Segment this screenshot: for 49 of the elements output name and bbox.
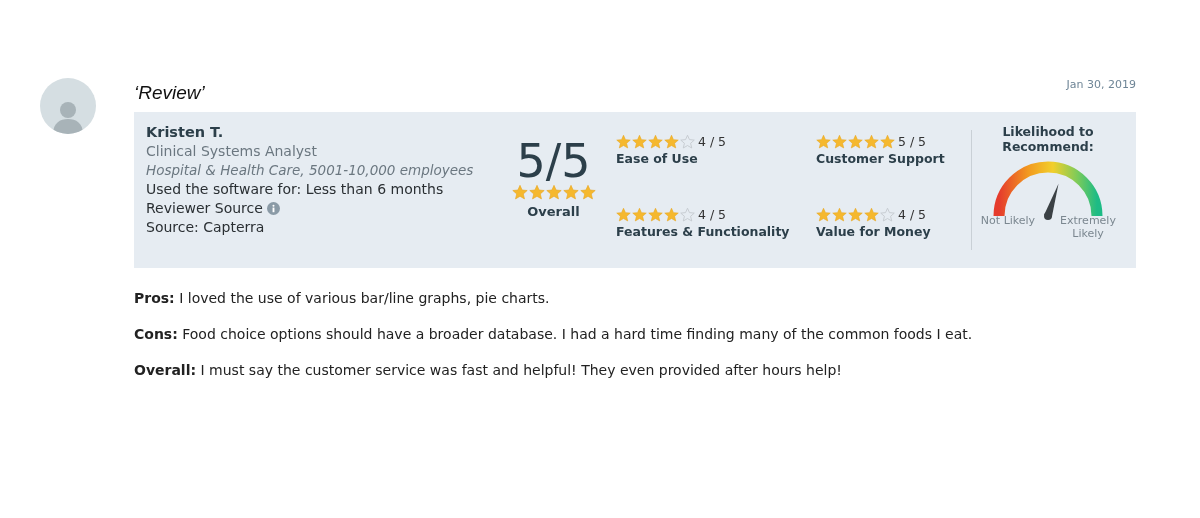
star-icon [864,134,879,149]
star-icon [664,134,679,149]
star-icon [648,207,663,222]
reviewer-name: Kristen T. [146,124,225,140]
star-icon [616,207,631,222]
star-icon [579,184,596,200]
rating-label: Value for Money [816,224,932,239]
star-icon [816,134,831,149]
star-icon [632,134,647,149]
rating-score: 4 / 5 [898,207,927,222]
star-icon [664,207,679,222]
star-icon [616,134,631,149]
usage-text: Used the software for: Less than 6 months [146,181,445,197]
star-icon [816,207,831,222]
gauge-high-label: Extremely Likely [1059,214,1117,240]
star-icon [511,184,528,200]
rating-score: 4 / 5 [698,134,727,149]
rating-label: Customer Support [816,151,946,166]
review-title: ‘Review’ [134,82,205,104]
star-icon [848,134,863,149]
star-icon [880,134,895,149]
star-icon [648,134,663,149]
review-paragraph: Overall: I must say the customer service was fast and helpful! They even provided after hours help! [134,362,843,378]
star-icon [545,184,562,200]
star-icon [848,207,863,222]
recommend-title: Likelihood to Recommend: [1001,124,1095,154]
job-title: Clinical Systems Analyst [146,143,318,159]
source-text: Source: Capterra [146,219,266,235]
rating-label: Features & Functionality [616,224,791,239]
star-icon [528,184,545,200]
overall-label: Overall [527,204,580,219]
rating-label: Ease of Use [616,151,699,166]
rating-score: 4 / 5 [698,207,727,222]
gauge-needle [1044,183,1059,220]
star-icon [832,207,847,222]
review-paragraph: Pros: I loved the use of various bar/line graphs, pie charts. [134,290,551,306]
overall-score: 5/5 [516,138,591,184]
star-icon [562,184,579,200]
industry-text: Hospital & Health Care, 5001-10,000 employees [146,162,475,178]
rating-score: 5 / 5 [898,134,927,149]
review-paragraph: Cons: Food choice options should have a broader database. I had a hard time finding many of the common foods I eat. [134,326,974,342]
star-icon [864,207,879,222]
gauge-low-label: Not Likely [979,214,1037,229]
avatar [40,78,96,134]
star-icon [632,207,647,222]
reviewer-source-label: Reviewer Source [146,200,263,216]
star-icon [832,134,847,149]
info-icon[interactable] [266,201,280,215]
review-date: Jan 30, 2019 [1066,78,1136,91]
